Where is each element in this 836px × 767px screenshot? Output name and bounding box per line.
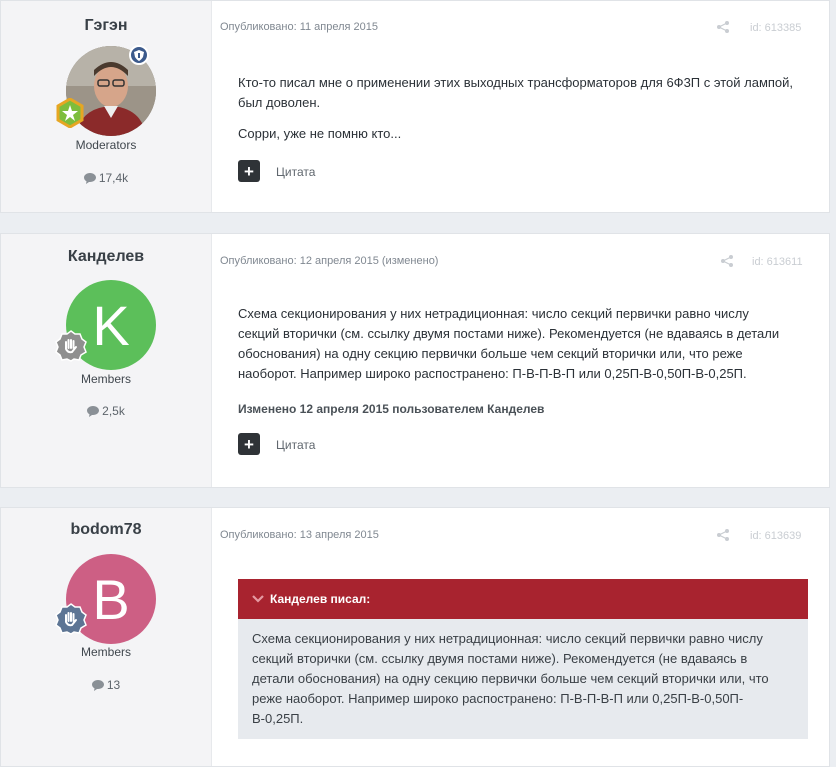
post-id: id: 613385 xyxy=(750,22,802,34)
avatar-letter: B xyxy=(92,567,130,631)
post-content: Опубликовано: 11 апреля 2015 id: 613385 … xyxy=(212,1,829,212)
rank-badge-icon xyxy=(55,97,84,129)
post-author-panel: bodom78 B Members 13 xyxy=(1,508,212,766)
post-author-panel: Гэгэн Moderators 17,4k xyxy=(1,1,212,212)
text-line: Кто-то писал мне о применении этих выход… xyxy=(238,75,794,90)
post-count-value: 13 xyxy=(106,678,121,692)
post-count: 17,4k xyxy=(1,171,211,185)
quote-line: секций вторички (см. ссылку двумя постам… xyxy=(252,651,748,666)
text-line: был доволен. xyxy=(238,95,321,110)
quote-header[interactable]: Канделев писал: xyxy=(238,579,808,619)
quote-link[interactable]: Цитата xyxy=(276,438,315,452)
speech-bubble-icon xyxy=(87,406,100,417)
post-id: id: 613611 xyxy=(752,256,803,268)
post-text-extra: Сорри, уже не помню кто... xyxy=(238,126,402,141)
post-content: Опубликовано: 13 апреля 2015 id: 613639 … xyxy=(212,508,829,766)
post: Гэгэн Moderators 17,4k Опубликовано: 11 … xyxy=(0,0,830,213)
text-line: наоборот. Например широко распостранено:… xyxy=(238,366,747,381)
post-text: Кто-то писал мне о применении этих выход… xyxy=(238,73,818,113)
post-date[interactable]: Опубликовано: 11 апреля 2015 xyxy=(220,21,378,33)
author-group: Members xyxy=(80,645,131,659)
quote-button[interactable]: + xyxy=(238,160,260,182)
quote-link[interactable]: Цитата xyxy=(276,165,315,179)
post: Канделев K Members 2,5k Опубликовано: 12… xyxy=(0,233,830,488)
post-date[interactable]: Опубликовано: 12 апреля 2015 (изменено) xyxy=(220,255,438,267)
speech-bubble-icon xyxy=(91,680,104,691)
quote-button[interactable]: + xyxy=(238,433,260,455)
post-count: 2,5k xyxy=(1,404,211,418)
author-name[interactable]: Гэгэн xyxy=(1,17,211,35)
quote-block: Канделев писал: Схема секционирования у … xyxy=(238,579,808,739)
moderator-shield-icon xyxy=(129,45,149,65)
post-text: Схема секционирования у них нетрадиционн… xyxy=(238,304,828,384)
author-name[interactable]: bodom78 xyxy=(1,521,211,539)
quote-line: детали обоснования) на одну секцию перви… xyxy=(252,671,769,686)
avatar-letter: K xyxy=(92,293,130,357)
text-line: обоснования) на одну секцию первички бол… xyxy=(238,346,743,361)
edited-note: Изменено 12 апреля 2015 пользователем Ка… xyxy=(238,402,545,416)
chevron-down-icon xyxy=(252,592,264,606)
post-id: id: 613639 xyxy=(750,530,802,542)
speech-bubble-icon xyxy=(83,173,96,184)
share-icon[interactable] xyxy=(721,255,733,270)
quote-line: Схема секционирования у них нетрадиционн… xyxy=(252,631,763,646)
share-icon[interactable] xyxy=(717,529,729,544)
plus-icon: + xyxy=(244,161,254,181)
post-count: 13 xyxy=(1,678,211,692)
post-author-panel: Канделев K Members 2,5k xyxy=(1,234,212,487)
author-name[interactable]: Канделев xyxy=(1,248,211,266)
quote-author: Канделев писал: xyxy=(270,592,371,606)
plus-icon: + xyxy=(244,434,254,454)
rank-badge-icon xyxy=(55,330,87,362)
author-group: Moderators xyxy=(75,138,137,152)
post-count-value: 2,5k xyxy=(102,404,125,418)
author-group: Members xyxy=(80,372,131,386)
rank-badge-icon xyxy=(55,603,87,635)
post: bodom78 B Members 13 Опубликовано: 13 ап… xyxy=(0,507,830,767)
quote-line: реже наоборот. Например широко распостра… xyxy=(252,691,744,706)
post-count-value: 17,4k xyxy=(98,171,129,185)
text-line: Схема секционирования у них нетрадиционн… xyxy=(238,306,749,321)
quote-line: В-0,25П. xyxy=(252,711,304,726)
quote-body: Схема секционирования у них нетрадиционн… xyxy=(238,619,808,739)
share-icon[interactable] xyxy=(717,21,729,36)
text-line: секций вторички (см. ссылку двумя постам… xyxy=(238,326,780,341)
post-date[interactable]: Опубликовано: 13 апреля 2015 xyxy=(220,529,379,541)
post-content: Опубликовано: 12 апреля 2015 (изменено) … xyxy=(212,234,829,487)
